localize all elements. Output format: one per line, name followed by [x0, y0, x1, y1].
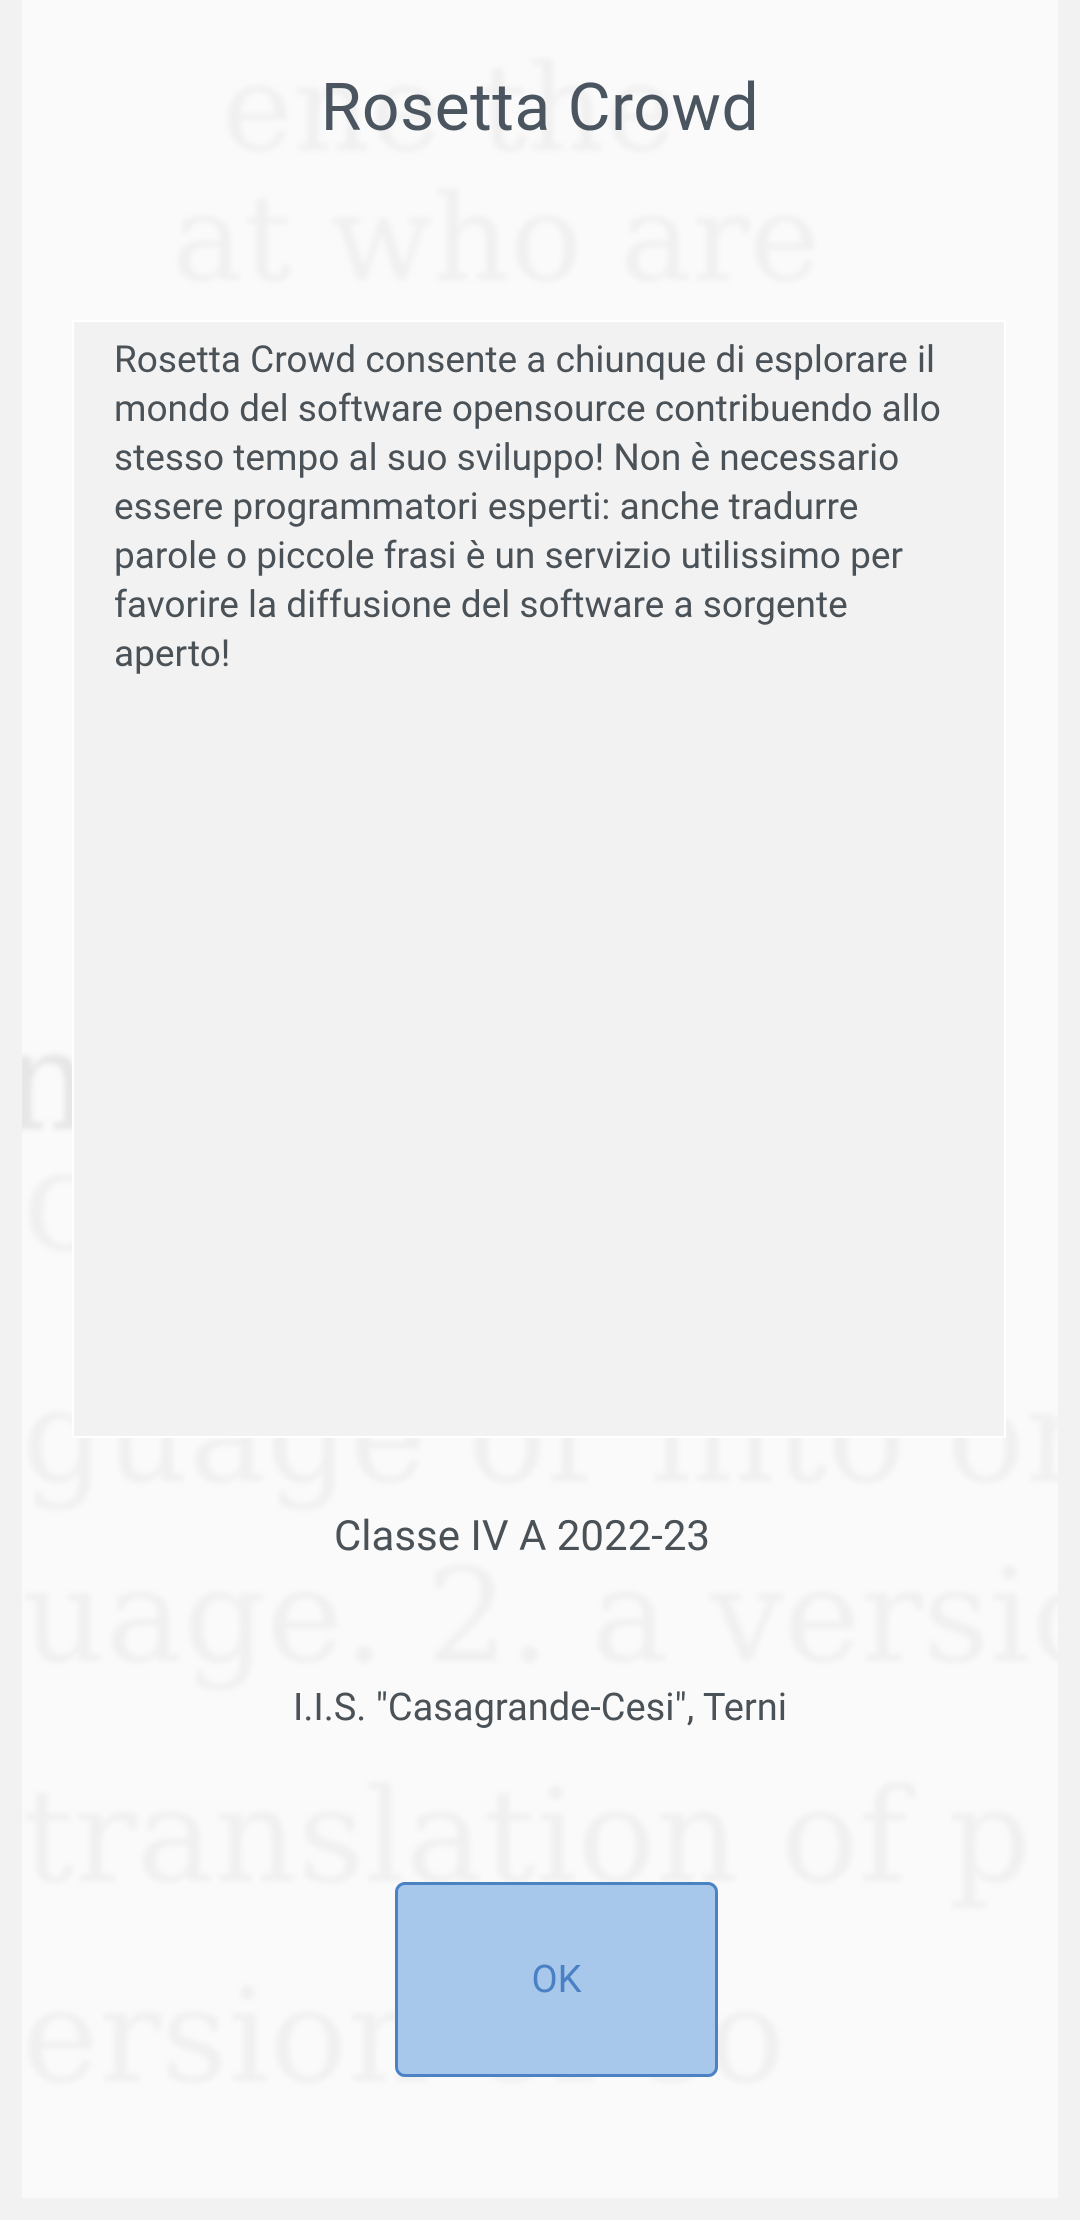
background-texture: uage. 2. a versio [22, 1540, 1058, 1692]
about-screen: ene the at who are n c guage or into on … [22, 0, 1058, 2198]
background-texture: at who are [172, 170, 821, 309]
app-title: Rosetta Crowd [320, 70, 760, 147]
description-box: Rosetta Crowd consente a chiunque di esp… [72, 320, 1006, 1438]
ok-button[interactable]: OK [395, 1882, 718, 2077]
description-text: Rosetta Crowd consente a chiunque di esp… [114, 339, 941, 676]
class-label: Classe IV A 2022-23 [333, 1512, 711, 1561]
school-label: I.I.S. "Casagrande-Cesi", Terni [293, 1686, 787, 1730]
